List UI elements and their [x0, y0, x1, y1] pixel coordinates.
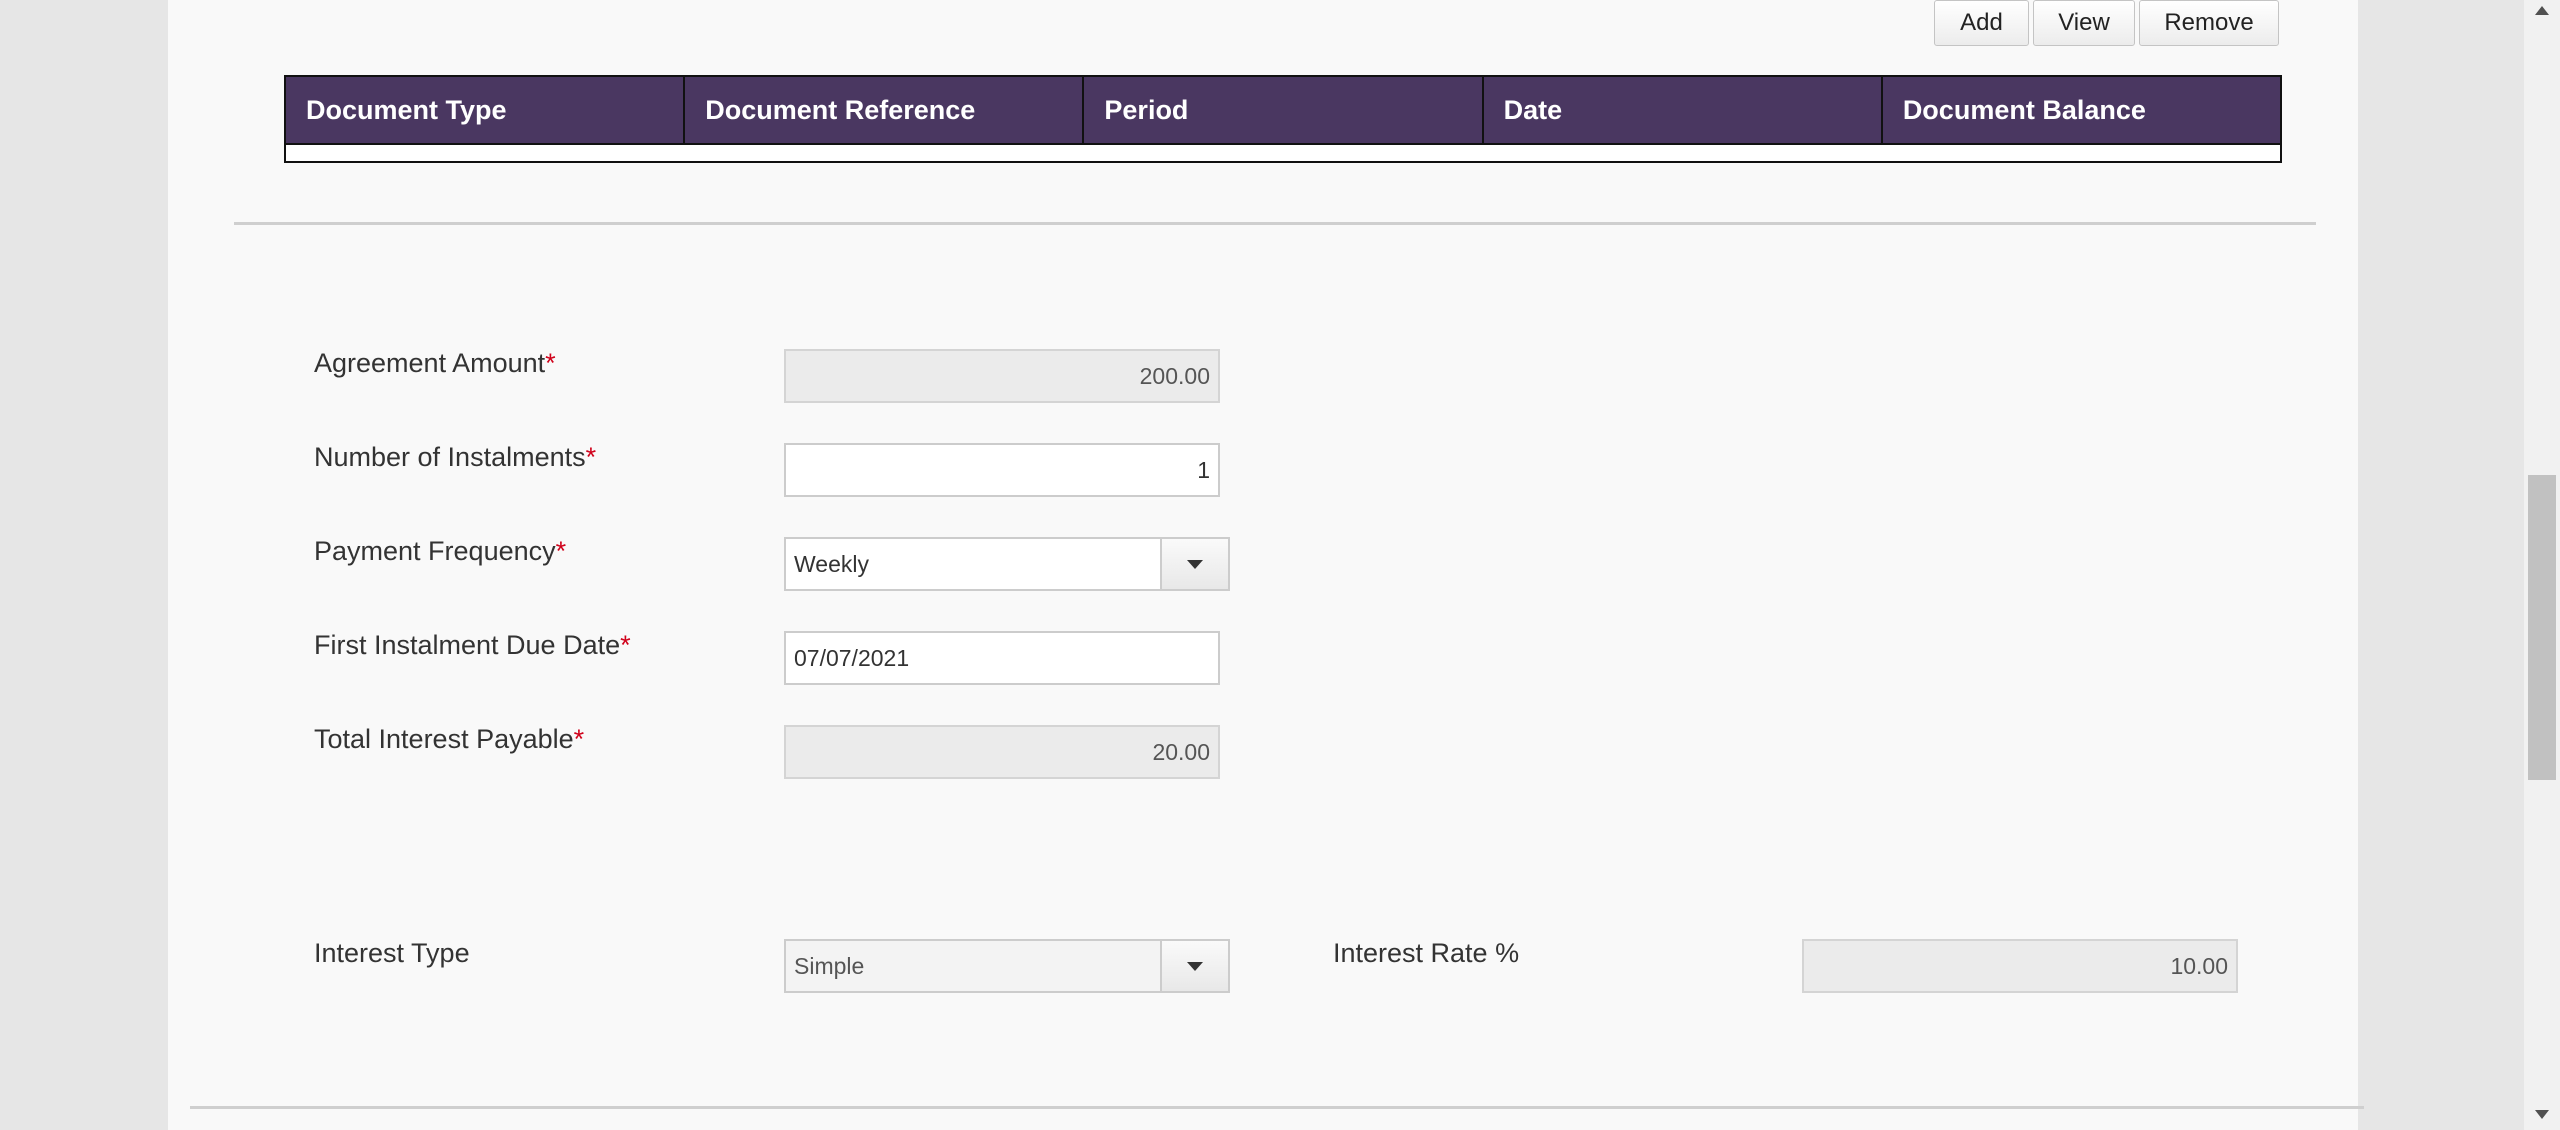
required-marker: * — [585, 442, 597, 472]
chevron-down-icon — [1187, 961, 1203, 971]
documents-table: Document Type Document Reference Period … — [284, 75, 2282, 163]
interest-type-select[interactable]: Simple — [784, 939, 1230, 993]
first-instalment-due-date-label: First Instalment Due Date* — [314, 630, 631, 660]
interest-rate-field[interactable] — [1802, 939, 2238, 993]
number-of-instalments-label: Number of Instalments* — [314, 442, 597, 472]
column-header-period[interactable]: Period — [1084, 77, 1484, 143]
required-marker: * — [545, 348, 556, 378]
required-marker: * — [573, 724, 585, 754]
scroll-down-arrow-icon[interactable] — [2535, 1110, 2549, 1119]
payment-frequency-label: Payment Frequency* — [314, 536, 567, 566]
add-button[interactable]: Add — [1934, 0, 2029, 46]
payment-frequency-value: Weekly — [794, 550, 869, 577]
first-instalment-due-date-field[interactable] — [784, 631, 1220, 685]
scrollbar-thumb[interactable] — [2528, 475, 2556, 780]
column-header-document-reference[interactable]: Document Reference — [685, 77, 1085, 143]
agreement-amount-label: Agreement Amount* — [314, 348, 556, 378]
number-of-instalments-field[interactable] — [784, 443, 1220, 497]
total-interest-payable-label: Total Interest Payable* — [314, 724, 585, 754]
payment-frequency-select[interactable]: Weekly — [784, 537, 1230, 591]
column-header-document-type[interactable]: Document Type — [286, 77, 686, 143]
remove-button[interactable]: Remove — [2139, 0, 2279, 46]
required-marker: * — [620, 630, 631, 660]
interest-rate-label: Interest Rate % — [1333, 938, 1520, 968]
bottom-divider — [190, 1106, 2364, 1109]
vertical-scrollbar[interactable] — [2524, 0, 2560, 1130]
section-divider — [234, 222, 2316, 225]
scroll-up-arrow-icon[interactable] — [2535, 6, 2549, 15]
chevron-down-icon — [1187, 559, 1203, 569]
table-header-row: Document Type Document Reference Period … — [286, 77, 2280, 145]
payment-frequency-dropdown-button[interactable] — [1160, 539, 1228, 589]
interest-type-dropdown-button[interactable] — [1160, 941, 1228, 991]
column-header-document-balance[interactable]: Document Balance — [1883, 77, 2280, 143]
view-button[interactable]: View — [2033, 0, 2135, 46]
interest-type-label: Interest Type — [314, 938, 470, 968]
column-header-date[interactable]: Date — [1484, 77, 1883, 143]
required-marker: * — [555, 536, 567, 566]
interest-type-value: Simple — [794, 952, 865, 979]
agreement-amount-field[interactable] — [784, 349, 1220, 403]
total-interest-payable-field[interactable] — [784, 725, 1220, 779]
main-panel: Add View Remove Document Type Document R… — [168, 0, 2364, 1130]
